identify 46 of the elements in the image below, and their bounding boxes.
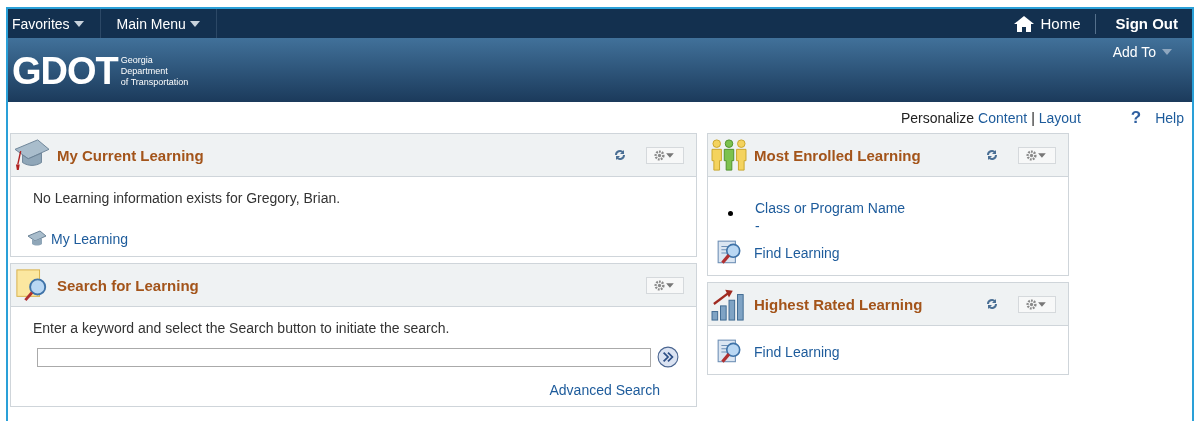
add-to-menu[interactable]: Add To bbox=[1112, 44, 1172, 60]
people-icon bbox=[710, 138, 748, 172]
message-text: Enter a keyword and select the Search button to initiate the search. bbox=[33, 320, 451, 338]
logo-text: Department bbox=[120, 65, 169, 77]
dash-text: - bbox=[755, 217, 761, 235]
caret-icon bbox=[1162, 49, 1172, 55]
pagelet-title: Highest Rated Learning bbox=[754, 295, 923, 313]
gear-icon bbox=[653, 279, 677, 291]
options-button[interactable] bbox=[646, 146, 684, 164]
options-button[interactable] bbox=[646, 276, 684, 294]
options-button[interactable] bbox=[1018, 146, 1056, 164]
caret-icon bbox=[73, 20, 84, 27]
refresh-icon[interactable] bbox=[986, 149, 998, 161]
find-learning-link[interactable]: Find Learning bbox=[754, 245, 840, 261]
bullet-icon bbox=[728, 211, 733, 216]
pagelet-title: Search for Learning bbox=[57, 276, 199, 294]
refresh-icon[interactable] bbox=[614, 149, 626, 161]
gear-icon bbox=[1025, 149, 1049, 161]
advanced-search-link[interactable]: Advanced Search bbox=[549, 382, 660, 398]
separator: | bbox=[1031, 110, 1035, 126]
gear-icon bbox=[1025, 298, 1049, 310]
find-learning-link[interactable]: Find Learning bbox=[754, 344, 840, 360]
content-link[interactable]: Content bbox=[978, 110, 1028, 126]
logo-text: of Transportation bbox=[120, 76, 189, 88]
help-icon[interactable]: ? bbox=[1130, 108, 1142, 128]
layout-link[interactable]: Layout bbox=[1038, 110, 1081, 126]
class-link[interactable]: Class or Program Name bbox=[755, 199, 906, 217]
graduation-cap-icon bbox=[13, 138, 51, 172]
message-text: No Learning information exists for Gregory, Brian. bbox=[33, 190, 342, 208]
home-icon bbox=[1014, 15, 1035, 32]
refresh-icon[interactable] bbox=[986, 298, 998, 310]
graduation-cap-icon bbox=[27, 230, 47, 248]
options-button[interactable] bbox=[1018, 295, 1056, 313]
personalize-label: Personalize bbox=[900, 110, 975, 126]
help-link[interactable]: Help bbox=[1155, 110, 1184, 126]
gear-icon bbox=[653, 149, 677, 161]
caret-icon bbox=[189, 20, 200, 27]
pagelet-title: Most Enrolled Learning bbox=[754, 146, 921, 164]
home-link[interactable]: Home bbox=[1000, 13, 1096, 34]
search-field[interactable] bbox=[37, 347, 651, 367]
search-go-icon[interactable] bbox=[657, 346, 679, 368]
my-learning-link[interactable]: My Learning bbox=[51, 231, 129, 247]
sign-out-link[interactable]: Sign Out bbox=[1095, 15, 1192, 32]
logo-text: Georgia bbox=[120, 54, 154, 66]
pagelet-title: My Current Learning bbox=[57, 146, 204, 164]
logo-letters: GDOT bbox=[12, 52, 118, 90]
